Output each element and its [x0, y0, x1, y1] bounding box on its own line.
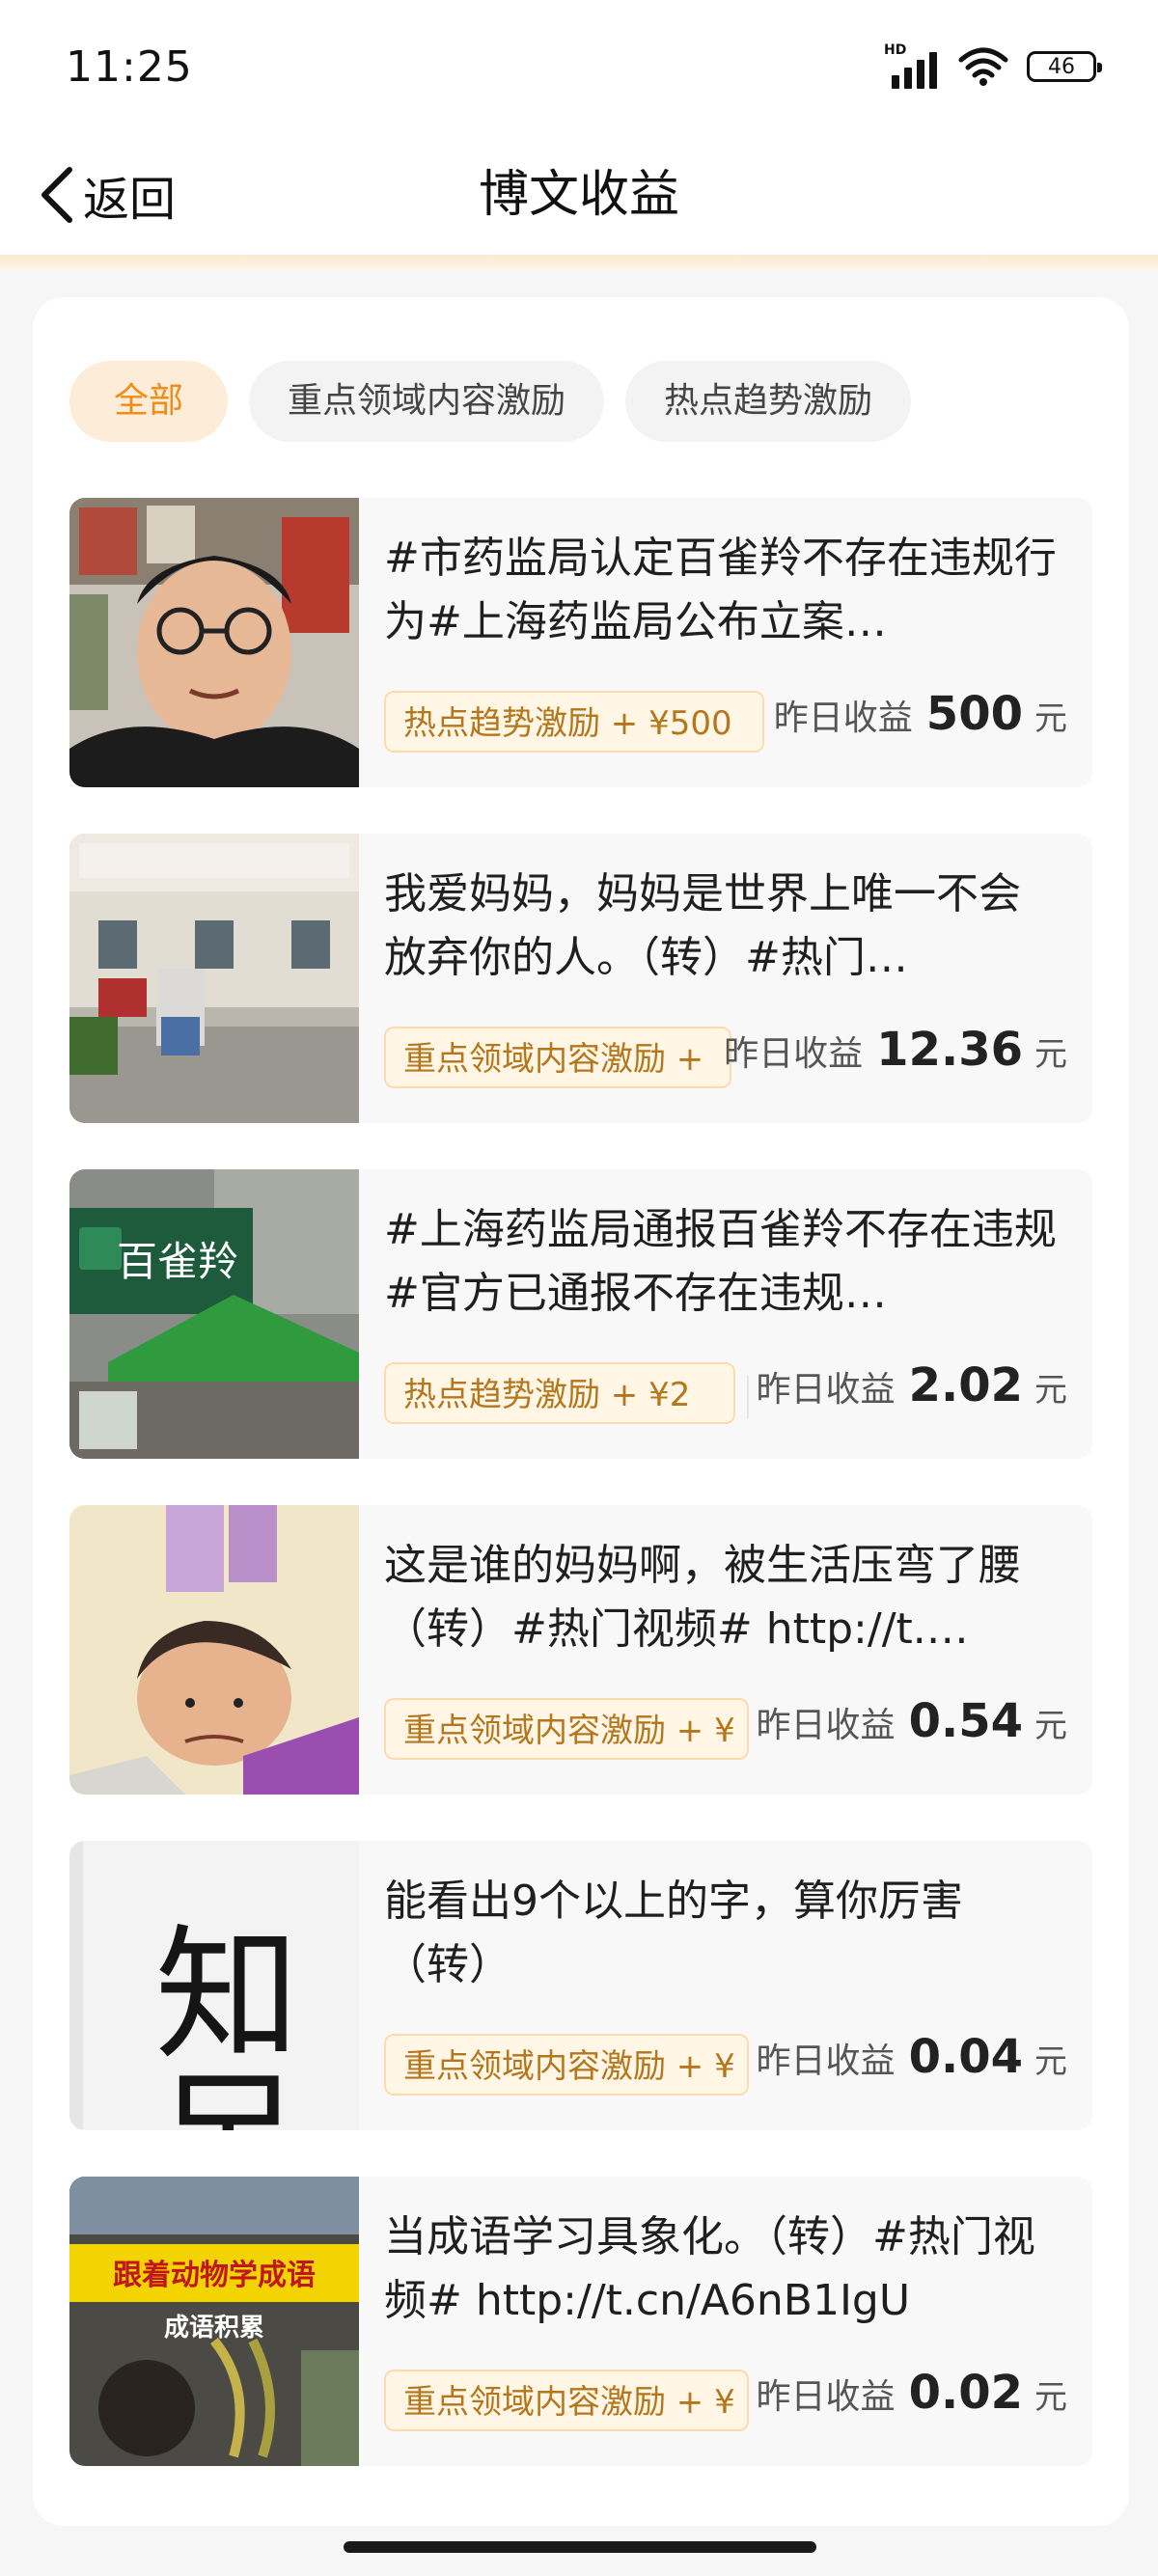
wifi-icon [958, 47, 1008, 86]
earnings-value: 12.36 [876, 1023, 1023, 1077]
earnings-unit: 元 [1034, 2042, 1067, 2081]
post-item[interactable]: 我爱妈妈，妈妈是世界上唯一不会放弃你的人。（转）#热门… 重点领域内容激励 + … [69, 834, 1092, 1123]
earnings-unit: 元 [1034, 1035, 1067, 1074]
post-thumbnail: 百雀羚 [69, 1169, 359, 1459]
banner-text: 跟着动物学成语 [113, 2259, 316, 2292]
earnings-value: 0.04 [908, 2030, 1023, 2084]
earnings-unit: 元 [1034, 699, 1067, 738]
post-item[interactable]: 跟着动物学成语 成语积累 当成语学习具象化。（转）#热门视频# http://t… [69, 2177, 1092, 2466]
yesterday-earnings: 昨日收益 0.54 元 [757, 1694, 1067, 1764]
post-title: 我爱妈妈，妈妈是世界上唯一不会放弃你的人。（转）#热门… [384, 869, 1021, 982]
reward-tag: 热点趋势激励 + ¥2 [384, 1362, 735, 1424]
header-divider [0, 255, 1158, 270]
filter-tabs: 全部 重点领域内容激励 热点趋势激励 [69, 361, 912, 442]
filter-key-domain[interactable]: 重点领域内容激励 [249, 361, 605, 442]
reward-tag: 重点领域内容激励 + ¥ [384, 2034, 749, 2096]
earnings-label: 昨日收益 [773, 699, 913, 738]
post-thumbnail: 跟着动物学成语 成语积累 [69, 2177, 359, 2466]
post-title: #上海药监局通报百雀羚不存在违规#官方已通报不存在违规… [384, 1205, 1057, 1318]
post-item[interactable]: 百雀羚 #上海药监局通报百雀羚不存在违规#官方已通报不存在违规… 热点趋势激励 … [69, 1169, 1092, 1459]
post-title: 这是谁的妈妈啊，被生活压弯了腰（转）#热门视频# http://t.… [384, 1541, 1021, 1654]
post-thumbnail [69, 1505, 359, 1795]
yesterday-earnings: 昨日收益 2.02 元 [757, 1358, 1067, 1428]
battery-icon: 46 [1027, 51, 1102, 82]
filter-all[interactable]: 全部 [69, 361, 228, 442]
calligraphy-text: 知足 [130, 1918, 298, 2130]
earnings-value: 500 [925, 687, 1023, 741]
earnings-label: 昨日收益 [756, 1706, 896, 1745]
earnings-label: 昨日收益 [756, 2042, 896, 2081]
earnings-value: 0.54 [908, 1694, 1023, 1748]
post-thumbnail: 知足 [69, 1841, 359, 2130]
yesterday-earnings: 昨日收益 0.02 元 [757, 2366, 1067, 2435]
nav-bar: 返回 博文收益 [0, 135, 1158, 255]
post-thumbnail [69, 498, 359, 787]
earnings-label: 昨日收益 [724, 1034, 864, 1074]
reward-tag: 重点领域内容激励 + [384, 1027, 731, 1088]
post-title: 当成语学习具象化。（转）#热门视频# http://t.cn/A6nB1IgU [384, 2212, 1035, 2325]
page-title: 博文收益 [478, 166, 679, 224]
reward-tag: 热点趋势激励 + ¥500 [384, 691, 764, 753]
earnings-value: 2.02 [908, 1358, 1023, 1412]
banner-subtext: 成语积累 [164, 2314, 264, 2343]
earnings-unit: 元 [1034, 1371, 1067, 1410]
post-thumbnail [69, 834, 359, 1123]
reward-tag: 重点领域内容激励 + ¥ [384, 1698, 749, 1760]
yesterday-earnings: 昨日收益 500 元 [774, 687, 1067, 756]
earnings-label: 昨日收益 [756, 2377, 896, 2417]
content-card: 全部 重点领域内容激励 热点趋势激励 #市药监局认定百雀羚不存在违规行为#上海药… [33, 297, 1129, 2526]
yesterday-earnings: 昨日收益 12.36 元 [724, 1023, 1067, 1092]
cellular-signal-icon: HD [884, 42, 940, 89]
status-time: 11:25 [66, 42, 193, 92]
earnings-unit: 元 [1034, 1707, 1067, 1745]
post-title: 能看出9个以上的字，算你厉害（转） [384, 1877, 963, 1989]
post-title: #市药监局认定百雀羚不存在违规行为#上海药监局公布立案… [384, 534, 1057, 646]
home-indicator[interactable] [344, 2541, 816, 2553]
status-bar: 11:25 HD 46 [0, 0, 1158, 135]
separator [747, 1376, 749, 1418]
earnings-value: 0.02 [908, 2366, 1023, 2420]
battery-level: 46 [1048, 54, 1075, 79]
earnings-unit: 元 [1034, 2378, 1067, 2417]
yesterday-earnings: 昨日收益 0.04 元 [757, 2030, 1067, 2099]
post-list: #市药监局认定百雀羚不存在违规行为#上海药监局公布立案… 热点趋势激励 + ¥5… [69, 498, 1092, 2466]
post-item[interactable]: 知足 能看出9个以上的字，算你厉害（转） 重点领域内容激励 + ¥ 昨日收益 0… [69, 1841, 1092, 2130]
filter-hot-trend[interactable]: 热点趋势激励 [625, 361, 912, 442]
earnings-label: 昨日收益 [756, 1370, 896, 1410]
status-icons: HD 46 [884, 42, 1102, 89]
post-item[interactable]: #市药监局认定百雀羚不存在违规行为#上海药监局公布立案… 热点趋势激励 + ¥5… [69, 498, 1092, 787]
store-sign-text: 百雀羚 [117, 1238, 238, 1285]
post-item[interactable]: 这是谁的妈妈啊，被生活压弯了腰（转）#热门视频# http://t.… 重点领域… [69, 1505, 1092, 1795]
reward-tag: 重点领域内容激励 + ¥ [384, 2370, 749, 2431]
